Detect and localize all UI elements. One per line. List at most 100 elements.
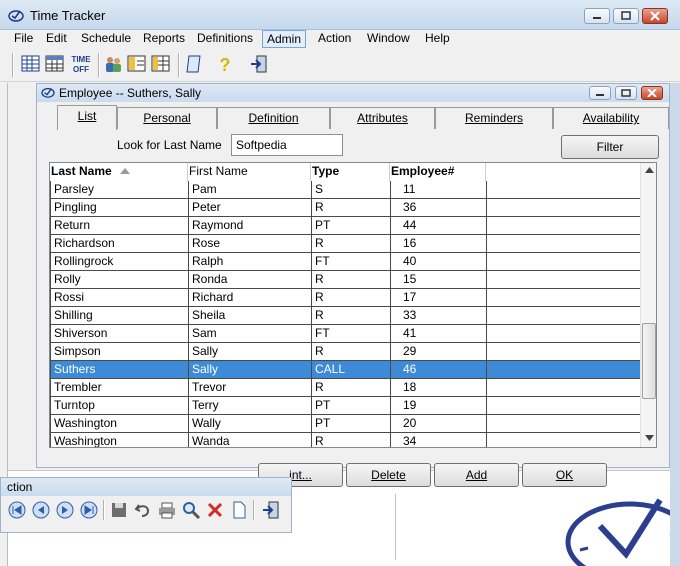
column-header-first-name[interactable]: First Name	[188, 163, 311, 181]
menu-admin[interactable]: Admin	[262, 30, 307, 48]
next-record-button[interactable]	[55, 500, 75, 520]
table-row[interactable]: Parsley Pam S 11	[50, 181, 640, 199]
table-row[interactable]: Shiverson Sam FT 41	[50, 325, 640, 343]
time-off-icon: TIME OFF	[71, 55, 91, 74]
layout-button[interactable]	[126, 53, 150, 77]
column-header-last-name[interactable]: Last Name	[50, 163, 188, 181]
palette-exit-button[interactable]	[261, 500, 281, 520]
cell-first-name: Rose	[188, 235, 311, 252]
sort-ascending-icon	[120, 168, 131, 174]
tab-attributes[interactable]: Attributes	[330, 107, 435, 129]
printer-icon	[159, 502, 175, 519]
table-row[interactable]: Rossi Richard R 17	[50, 289, 640, 307]
previous-record-button[interactable]	[31, 500, 51, 520]
window-clock-icon	[41, 87, 55, 98]
employee-window-titlebar[interactable]: Employee -- Suthers, Sally	[37, 84, 669, 102]
cell-empty	[486, 181, 640, 198]
ok-button[interactable]: OK	[522, 463, 607, 487]
table-row[interactable]: Simpson Sally R 29	[50, 343, 640, 361]
calendar-button[interactable]	[44, 53, 68, 77]
column-header-employee-number[interactable]: Employee#	[390, 163, 486, 181]
workspace-divider	[395, 494, 396, 560]
table-row[interactable]: Washington Wanda R 34	[50, 433, 640, 447]
table-row[interactable]: Pingling Peter R 36	[50, 199, 640, 217]
restore-button[interactable]	[613, 8, 639, 24]
cell-last-name: Richardson	[50, 235, 188, 252]
app-clock-icon	[8, 10, 24, 22]
save-button[interactable]	[109, 500, 129, 520]
find-button[interactable]	[181, 500, 201, 520]
tab-definition[interactable]: Definition	[217, 107, 330, 129]
tab-list[interactable]: List	[57, 105, 117, 130]
cell-type: PT	[311, 415, 390, 432]
undo-icon	[134, 504, 150, 517]
scroll-thumb[interactable]	[642, 323, 656, 399]
scroll-down-icon[interactable]	[645, 435, 654, 441]
menu-reports[interactable]: Reports	[139, 30, 189, 48]
filter-button[interactable]: Filter	[561, 135, 659, 159]
column-header-type[interactable]: Type	[311, 163, 390, 181]
child-minimize-button[interactable]	[589, 86, 611, 100]
table-row[interactable]: Trembler Trevor R 18	[50, 379, 640, 397]
app-title: Time Tracker	[30, 8, 106, 23]
print-icon-button[interactable]	[157, 500, 177, 520]
table-row[interactable]: Rolly Ronda R 15	[50, 271, 640, 289]
cell-last-name: Shilling	[50, 307, 188, 324]
grid-vertical-scrollbar[interactable]	[640, 163, 656, 447]
menu-edit[interactable]: Edit	[42, 30, 71, 48]
app-titlebar[interactable]: Time Tracker	[0, 0, 680, 30]
tab-personal[interactable]: Personal	[117, 107, 217, 129]
child-close-button[interactable]	[641, 86, 663, 100]
action-palette-titlebar[interactable]: ction	[1, 478, 291, 496]
time-off-button[interactable]: TIME OFF	[70, 53, 94, 77]
cell-empty	[486, 379, 640, 396]
schedule-grid-button[interactable]	[20, 53, 44, 77]
table-row[interactable]: Turntop Terry PT 19	[50, 397, 640, 415]
table-row[interactable]: Return Raymond PT 44	[50, 217, 640, 235]
toolbar-separator	[178, 53, 180, 77]
child-restore-button[interactable]	[615, 86, 637, 100]
menu-window[interactable]: Window	[363, 30, 414, 48]
last-record-button[interactable]	[79, 500, 99, 520]
new-record-button[interactable]	[229, 500, 249, 520]
table-row[interactable]: Washington Wally PT 20	[50, 415, 640, 433]
toolbar-separator	[12, 53, 14, 77]
notes-button[interactable]	[184, 53, 208, 77]
undo-button[interactable]	[133, 500, 153, 520]
restore-icon	[621, 11, 631, 20]
exit-button[interactable]	[248, 53, 272, 77]
delete-button[interactable]: Delete	[346, 463, 431, 487]
table-row[interactable]: Richardson Rose R 16	[50, 235, 640, 253]
menu-action[interactable]: Action	[314, 30, 355, 48]
first-record-button[interactable]	[7, 500, 27, 520]
positions-button[interactable]	[150, 53, 174, 77]
tab-reminders[interactable]: Reminders	[435, 107, 553, 129]
help-button[interactable]: ?	[214, 53, 238, 77]
add-button[interactable]: Add	[434, 463, 519, 487]
table-row[interactable]: Shilling Sheila R 33	[50, 307, 640, 325]
menu-definitions[interactable]: Definitions	[193, 30, 257, 48]
cell-empty	[486, 343, 640, 360]
cell-last-name: Shiverson	[50, 325, 188, 342]
menu-schedule[interactable]: Schedule	[77, 30, 135, 48]
table-row[interactable]: Suthers Sally CALL 46	[50, 361, 640, 379]
cell-first-name: Peter	[188, 199, 311, 216]
cell-first-name: Wally	[188, 415, 311, 432]
last-name-search-input[interactable]	[231, 134, 343, 156]
cell-employee-number: 15	[390, 271, 486, 288]
minimize-button[interactable]	[584, 8, 610, 24]
people-icon	[106, 57, 121, 72]
employees-button[interactable]	[102, 53, 126, 77]
save-disk-icon	[112, 503, 126, 517]
cell-first-name: Ronda	[188, 271, 311, 288]
cell-first-name: Richard	[188, 289, 311, 306]
table-row[interactable]: Rollingrock Ralph FT 40	[50, 253, 640, 271]
main-toolbar: TIME OFF ?	[0, 48, 680, 82]
cell-empty	[486, 415, 640, 432]
close-button[interactable]	[642, 8, 668, 24]
menu-file[interactable]: File	[10, 30, 37, 48]
scroll-up-icon[interactable]	[645, 167, 654, 173]
menu-help[interactable]: Help	[421, 30, 454, 48]
tab-availability[interactable]: Availability	[553, 107, 669, 129]
delete-record-button[interactable]	[205, 500, 225, 520]
